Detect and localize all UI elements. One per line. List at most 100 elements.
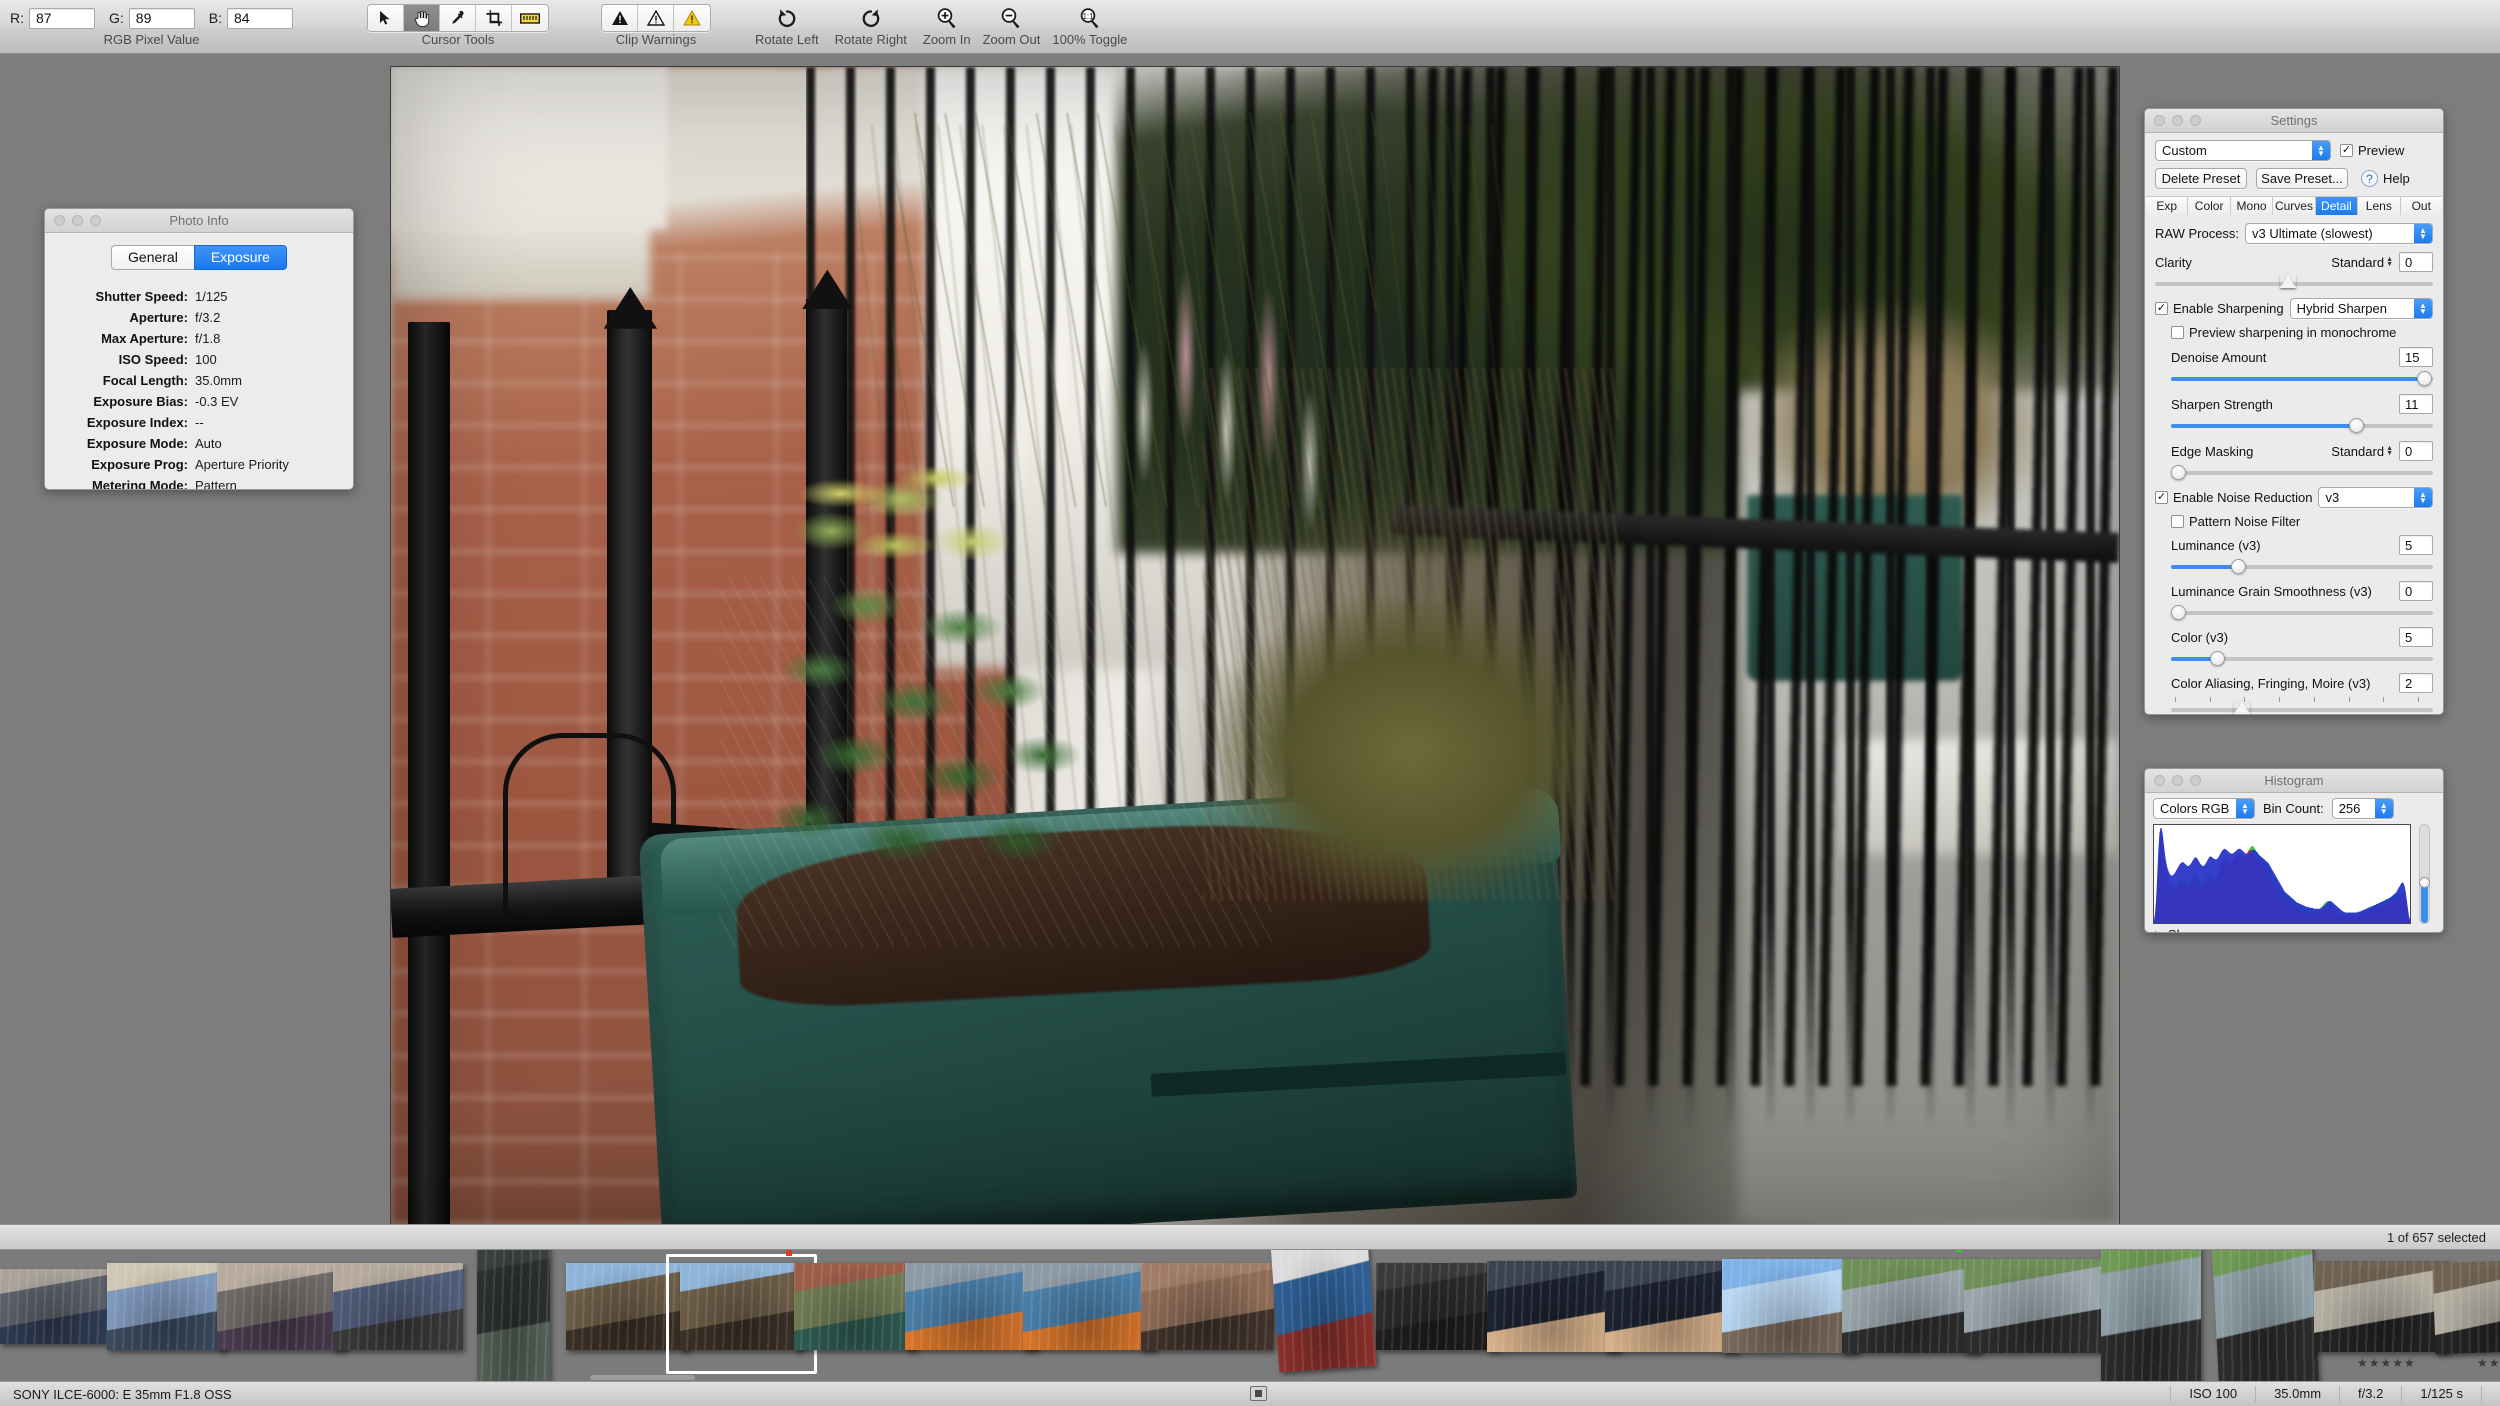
thumbnail-star-rating[interactable]: ★★★★★ — [2477, 1356, 2500, 1370]
edge-masking-mode-stepper[interactable]: Standard ▲ ▼ — [2331, 444, 2393, 459]
filmstrip-thumbnail-high-street-crowd[interactable] — [217, 1250, 347, 1381]
tab-mono[interactable]: Mono — [2230, 197, 2274, 215]
filmstrip-scrollbar[interactable] — [590, 1375, 695, 1380]
filmstrip-thumbnail-bench-grass-2[interactable]: ★★★★★ — [2432, 1250, 2500, 1381]
filmstrip-thumbnail-canal-bicycle-portrait-2[interactable]: ★★★★★ — [2210, 1250, 2320, 1381]
edge-masking-slider[interactable] — [2171, 464, 2433, 480]
filmstrip-thumbnail-brick-patio-bird[interactable] — [1141, 1250, 1274, 1381]
denoise-amount-input[interactable]: 15 — [2399, 347, 2433, 367]
slider-knob[interactable] — [2349, 418, 2365, 433]
ruler-icon[interactable] — [512, 5, 549, 31]
thumbnail-image[interactable] — [477, 1250, 550, 1381]
rotate-right-group[interactable]: Rotate Right — [835, 0, 907, 54]
shadow-clip-icon[interactable] — [602, 5, 639, 31]
settings-window-controls[interactable] — [2154, 115, 2201, 126]
tab-lens[interactable]: Lens — [2358, 197, 2401, 215]
enable-nr-checkbox[interactable]: ✓ Enable Noise Reduction — [2155, 490, 2312, 505]
minimize-icon[interactable] — [2172, 775, 2183, 786]
photo-info-tabs[interactable]: General Exposure — [45, 245, 353, 270]
slider-knob[interactable] — [2231, 559, 2247, 574]
settings-palette[interactable]: Settings Custom ▲ ▼ ✓ Preview Delete Pres… — [2144, 108, 2444, 715]
thumbnail-image[interactable] — [333, 1263, 463, 1350]
rotate-left-group[interactable]: Rotate Left — [755, 0, 819, 54]
filmstrip-thumbnail-chalkboard-sign[interactable] — [466, 1250, 560, 1381]
pattern-noise-checkbox[interactable]: Pattern Noise Filter — [2171, 514, 2433, 529]
zoom-out-icon[interactable] — [992, 3, 1030, 33]
preview-mono-checkbox[interactable]: Preview sharpening in monochrome — [2171, 325, 2433, 340]
rgb-r-input[interactable]: 87 — [29, 7, 95, 29]
save-preset-button[interactable]: Save Preset... — [2256, 168, 2348, 189]
thumbnail-image[interactable] — [1842, 1259, 1981, 1353]
sharpen-strength-slider[interactable] — [2171, 417, 2433, 433]
thumbnail-image[interactable] — [1722, 1259, 1858, 1353]
filmstrip-thumbnail-patio-bench-orange-cushions-2[interactable] — [1023, 1250, 1156, 1381]
settings-titlebar[interactable]: Settings — [2145, 109, 2443, 133]
close-icon[interactable] — [54, 215, 65, 226]
filmstrip-thumbnail-night-planter-2[interactable] — [1605, 1250, 1738, 1381]
highlight-clip-icon[interactable] — [638, 5, 675, 31]
filmstrip-thumbnail-canal-bicycle-2[interactable] — [1956, 1250, 2103, 1381]
cursor-tools-segmented[interactable] — [367, 4, 550, 32]
raw-process-select[interactable]: v3 Ultimate (slowest) ▲ ▼ — [2245, 223, 2433, 244]
thumbnail-image[interactable] — [1605, 1261, 1738, 1352]
filmstrip-thumbnail-shop-front-blue-awning-2[interactable] — [666, 1250, 817, 1381]
aliasing-input[interactable]: 2 — [2399, 673, 2433, 693]
thumbnail-image[interactable] — [1270, 1250, 1377, 1373]
slider-knob[interactable] — [2417, 371, 2433, 386]
filmstrip-thumbnail-shop-window-reflection[interactable] — [107, 1250, 227, 1381]
tab-curves[interactable]: Curves — [2273, 197, 2316, 215]
luminance-input[interactable]: 5 — [2399, 535, 2433, 555]
zoom-window-icon[interactable] — [90, 215, 101, 226]
filmstrip-thumbnail-canal-bicycle-portrait[interactable]: ★★★★★ — [2101, 1250, 2201, 1381]
minimize-icon[interactable] — [72, 215, 83, 226]
both-clip-icon[interactable] — [674, 5, 711, 31]
thumbnail-image[interactable] — [217, 1263, 347, 1350]
scale-knob[interactable] — [2419, 877, 2430, 888]
rotate-left-icon[interactable] — [768, 3, 806, 33]
rgb-g-input[interactable]: 89 — [128, 7, 195, 29]
filmstrip-thumbnail-pedestrians-crossing[interactable] — [333, 1250, 463, 1381]
slider-knob[interactable] — [2210, 651, 2226, 666]
histogram-titlebar[interactable]: Histogram — [2145, 769, 2443, 793]
histogram-palette[interactable]: Histogram Colors RGB ▲ ▼ Bin Count: 256 ▲… — [2144, 768, 2444, 933]
thumbnail-image[interactable] — [1964, 1259, 2103, 1353]
filmstrip-thumbnail-balcony-planter-selected[interactable] — [786, 1250, 917, 1381]
color-noise-slider[interactable] — [2171, 650, 2433, 666]
sharpen-strength-input[interactable]: 11 — [2399, 394, 2433, 414]
thumbnail-image[interactable] — [1487, 1261, 1620, 1352]
photo-info-titlebar[interactable]: Photo Info — [45, 209, 353, 233]
filmstrip-thumbnail-winter-tree-blue-sky[interactable] — [1722, 1250, 1858, 1381]
slider-knob[interactable] — [2171, 465, 2186, 480]
thumbnail-image[interactable] — [905, 1263, 1038, 1350]
photo-info-palette[interactable]: Photo Info General Exposure Shutter Spee… — [44, 208, 354, 490]
tab-general[interactable]: General — [111, 245, 194, 270]
close-icon[interactable] — [2154, 775, 2165, 786]
thumbnail-image[interactable] — [2210, 1250, 2320, 1381]
canvas-area[interactable] — [0, 54, 2500, 1226]
bin-count-select[interactable]: 256 ▲ ▼ — [2331, 798, 2394, 819]
zoom-in-group[interactable]: Zoom In — [923, 0, 971, 54]
filmstrip-thumbnail-night-planter[interactable] — [1487, 1250, 1620, 1381]
clarity-slider[interactable] — [2155, 275, 2433, 291]
preview-checkbox[interactable]: ✓ Preview — [2340, 143, 2404, 158]
delete-preset-button[interactable]: Delete Preset — [2155, 168, 2247, 189]
histogram-vertical-scale-slider[interactable] — [2419, 824, 2430, 924]
crop-icon[interactable] — [476, 5, 513, 31]
filmstrip-thumbnail-bench-grass[interactable]: ★★★★★ — [2314, 1250, 2450, 1381]
photo-info-window-controls[interactable] — [54, 215, 101, 226]
minimize-icon[interactable] — [2172, 115, 2183, 126]
filmstrip-thumbnail-patio-bench-orange-cushions[interactable] — [905, 1250, 1038, 1381]
clarity-value-input[interactable]: 0 — [2399, 252, 2433, 272]
thumbnail-image[interactable] — [2101, 1250, 2201, 1381]
filmstrip-thumbnail-canal-bicycle[interactable] — [1842, 1250, 1981, 1381]
thumbnail-image[interactable] — [1023, 1263, 1156, 1350]
photo-viewer[interactable] — [390, 66, 2120, 1226]
color-noise-input[interactable]: 5 — [2399, 627, 2433, 647]
zoom-out-group[interactable]: Zoom Out — [983, 0, 1040, 54]
help-button[interactable]: ? Help — [2361, 170, 2410, 187]
edge-masking-input[interactable]: 0 — [2399, 441, 2433, 461]
grain-smoothness-slider[interactable] — [2171, 604, 2433, 620]
zoom-in-icon[interactable] — [928, 3, 966, 33]
close-icon[interactable] — [2154, 115, 2165, 126]
thumbnail-image[interactable] — [0, 1269, 107, 1344]
